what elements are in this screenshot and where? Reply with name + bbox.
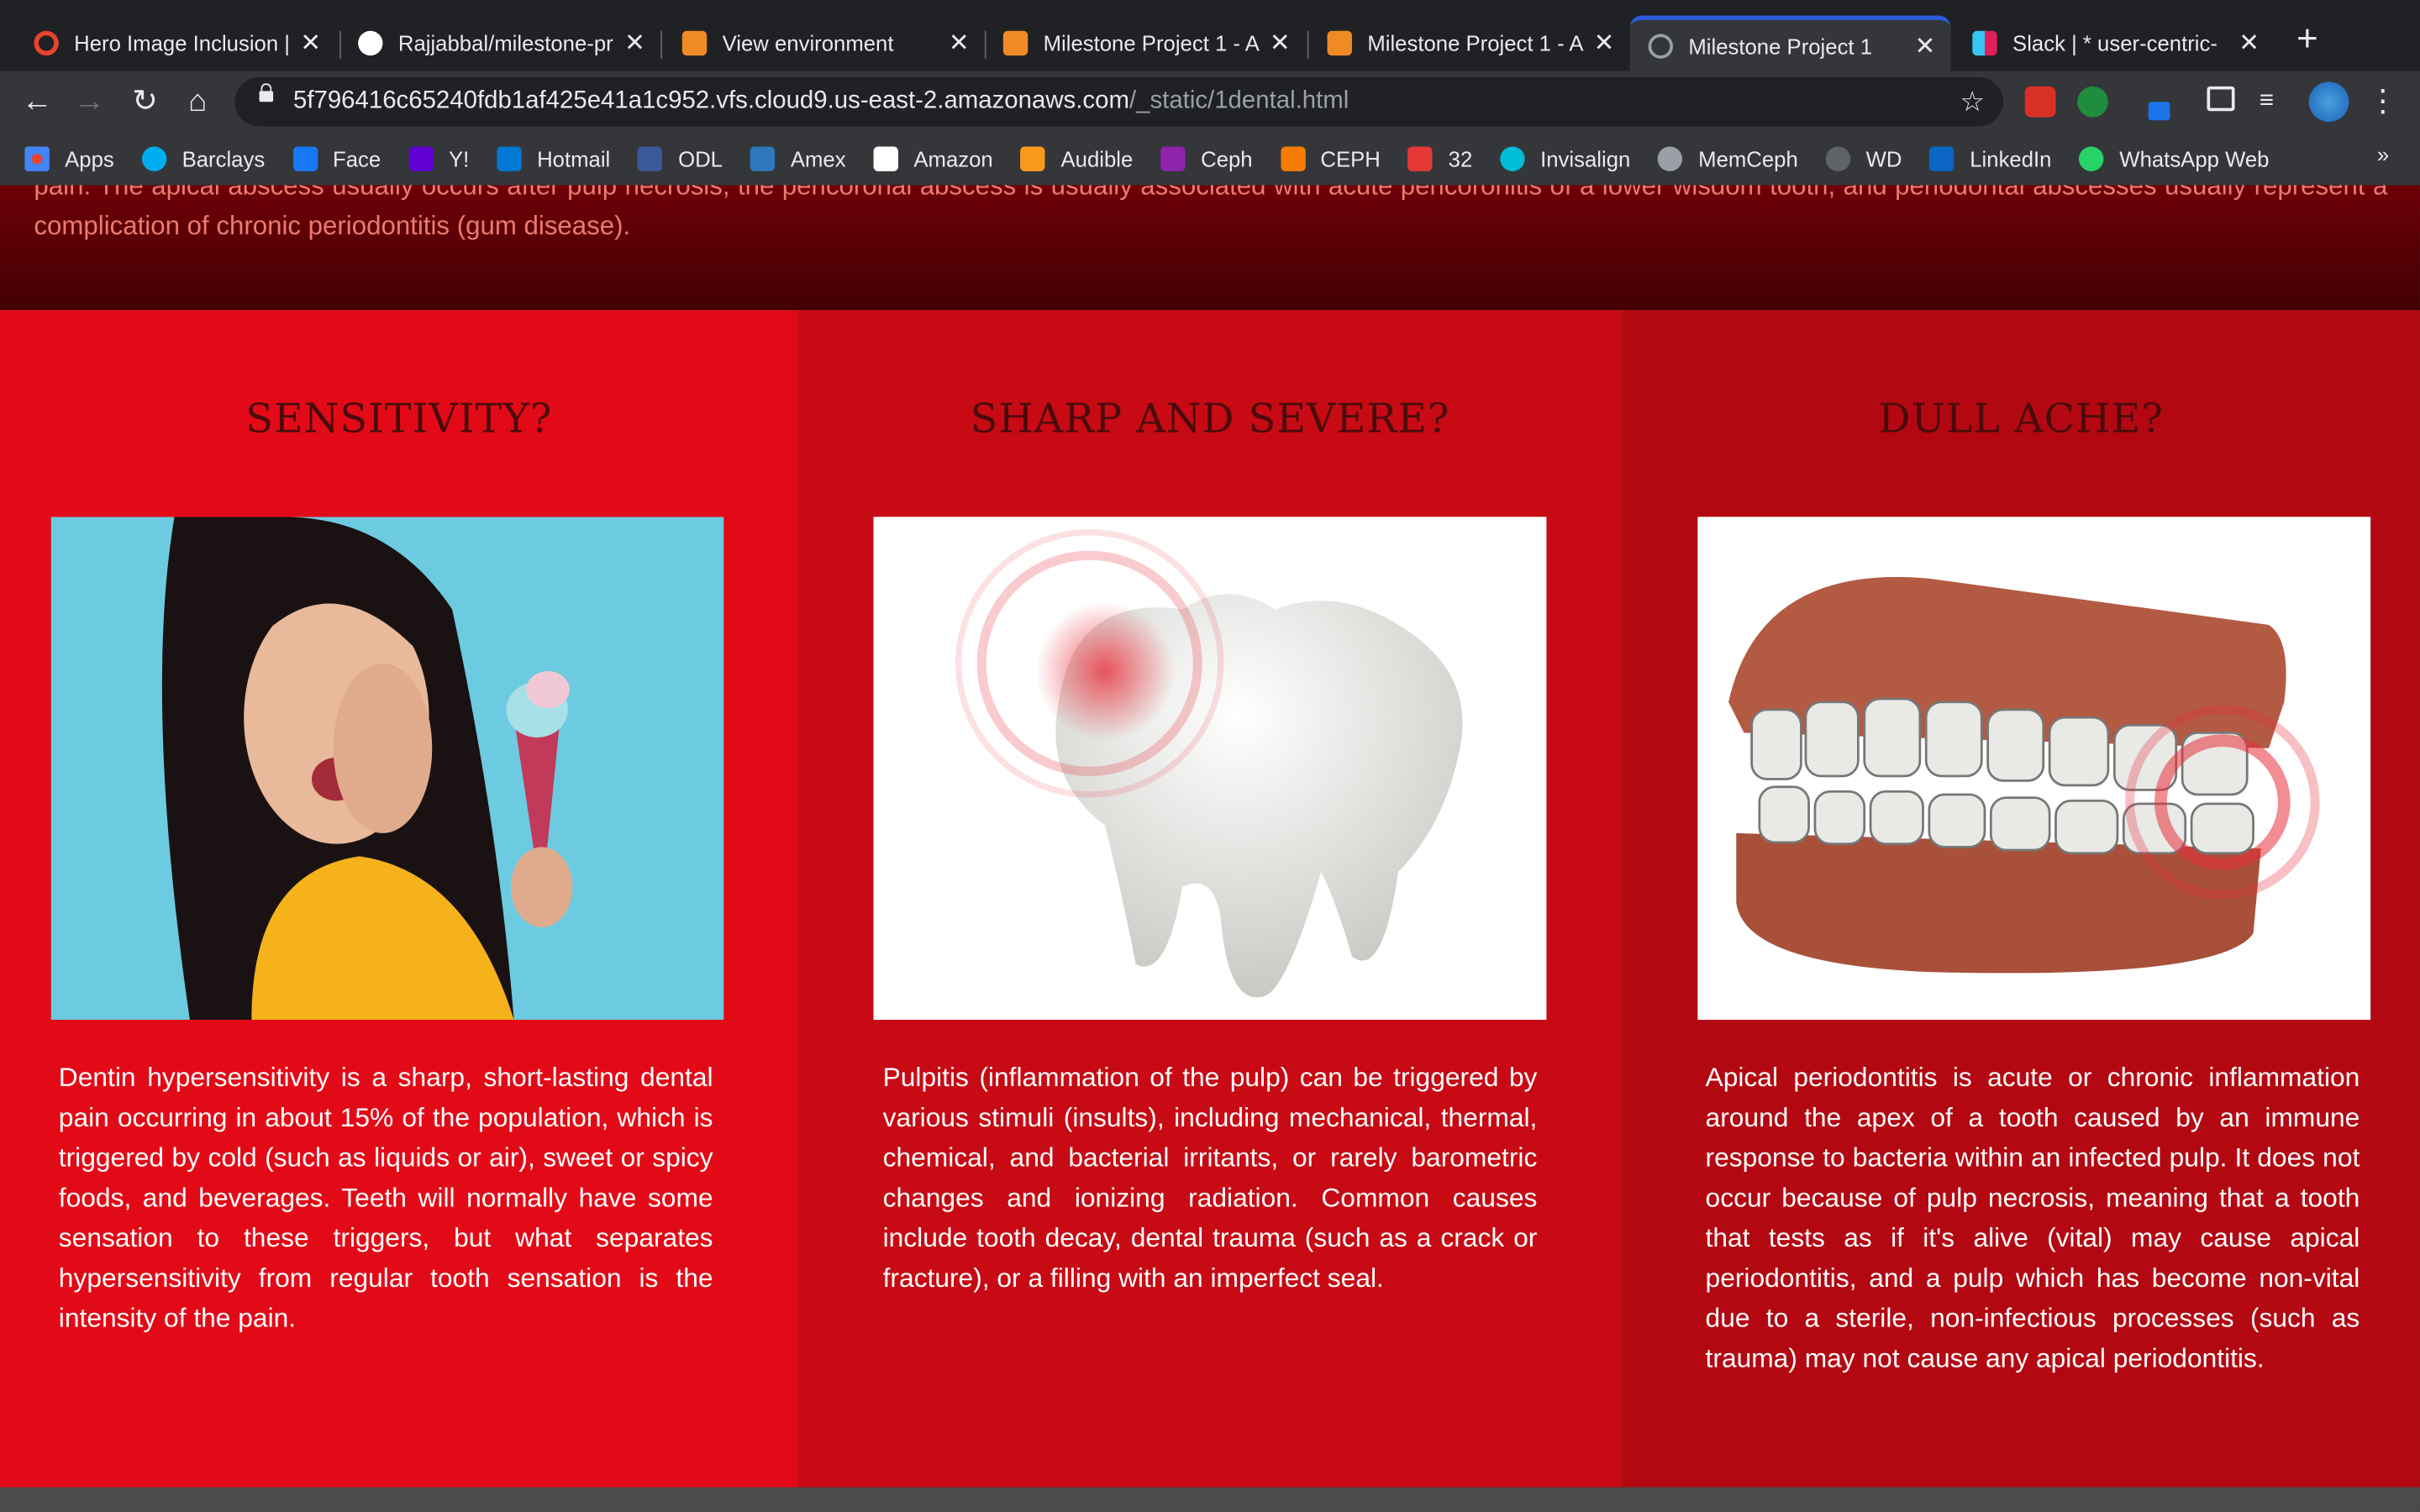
github-icon [358, 30, 383, 56]
image-jaw-model [1697, 517, 2371, 1021]
bookmark-invisalign[interactable]: Invisalign [1500, 146, 1630, 171]
extension-counter-icon[interactable] [2148, 102, 2170, 121]
close-tab-icon[interactable]: ✕ [300, 28, 321, 59]
tab-view-environment[interactable]: View environment ✕ [664, 15, 985, 71]
bookmark-apps[interactable]: Apps [24, 146, 114, 171]
cloud-icon [1825, 146, 1851, 171]
audible-icon [1020, 146, 1046, 171]
extension-check-icon[interactable] [2077, 86, 2108, 118]
mail-icon [638, 146, 663, 171]
linkedin-icon [1929, 146, 1954, 171]
tab-milestone-a-1[interactable]: Milestone Project 1 - A ✕ [985, 15, 1306, 71]
bookmark-barclays[interactable]: Barclays [141, 146, 265, 171]
tab-github[interactable]: Rajjabbal/milestone-pr ✕ [339, 15, 660, 71]
menu-icon[interactable]: ⋮ [2365, 83, 2402, 120]
close-tab-icon[interactable]: ✕ [624, 28, 645, 59]
toolbar: ← → ↻ ⌂ 5f796416c65240fdb1af425e41a1c952… [0, 71, 2420, 133]
text-sharp-severe: Pulpitis (inflammation of the pulp) can … [882, 1061, 1538, 1294]
more-bookmarks-chevron-icon[interactable]: » [2377, 142, 2389, 166]
bookmark-ceph[interactable]: Ceph [1160, 146, 1253, 171]
media-control-icon[interactable]: ≡ [2260, 87, 2291, 118]
bookmark-linkedin[interactable]: LinkedIn [1929, 146, 2051, 171]
woman-eating-ice-cream-illustration [50, 517, 724, 1021]
slack-icon [1972, 30, 1997, 56]
tab-slack[interactable]: Slack | * user-centric- ✕ [1954, 15, 2275, 71]
back-icon[interactable]: ← [18, 83, 55, 120]
lock-icon [259, 83, 274, 102]
address-bar[interactable]: 5f796416c65240fdb1af425e41a1c952.vfs.clo… [234, 76, 2004, 127]
bookmark-32[interactable]: 32 [1407, 146, 1472, 171]
close-tab-icon[interactable]: ✕ [2238, 28, 2260, 59]
bookmark-amex[interactable]: Amex [750, 146, 846, 171]
text-sensitivity: Dentin hypersensitivity is a sharp, shor… [58, 1061, 713, 1333]
facebook-icon [292, 146, 318, 171]
tab-milestone-active[interactable]: Milestone Project 1 ✕ [1629, 15, 1951, 71]
barclays-eagle-icon [141, 146, 167, 171]
url-text[interactable]: 5f796416c65240fdb1af425e41a1c952.vfs.clo… [293, 77, 1349, 127]
close-tab-icon[interactable]: ✕ [1594, 28, 1615, 59]
heading-sensitivity: SENSITIVITY? [245, 396, 553, 444]
bookmarks-bar: Apps Barclays Face Y! Hotmail ODL Amex A… [0, 132, 2420, 186]
home-icon[interactable]: ⌂ [179, 83, 216, 120]
amazon-icon [873, 146, 899, 171]
close-tab-icon[interactable]: ✕ [1270, 28, 1291, 59]
tab-strip: Hero Image Inclusion | ✕ Rajjabbal/milest… [0, 0, 2420, 71]
bookmark-whatsapp[interactable]: WhatsApp Web [2079, 146, 2269, 171]
forward-icon[interactable]: → [71, 83, 108, 120]
jaw-teeth-illustration [1697, 517, 2371, 1021]
bookmark-odl[interactable]: ODL [638, 146, 723, 171]
yahoo-icon [408, 146, 434, 171]
new-tab-button[interactable]: + [2296, 21, 2318, 59]
page-content: pain. The apical abscess usually occurs … [0, 185, 2420, 1512]
ceph-icon [1160, 146, 1186, 171]
globe-icon [1648, 33, 1673, 58]
tab-milestone-a-2[interactable]: Milestone Project 1 - A ✕ [1309, 15, 1630, 71]
bookmark-hotmail[interactable]: Hotmail [497, 146, 610, 171]
bookmark-star-icon[interactable]: ☆ [1960, 77, 1985, 127]
intro-text: pain. The apical abscess usually occurs … [34, 185, 2388, 241]
whatsapp-icon [2079, 146, 2104, 171]
column-dull-ache: DULL ACHE? Apical periodontitis is acute… [1622, 310, 2420, 1488]
cloud9-icon [1327, 30, 1352, 56]
thirtytwo-icon [1407, 146, 1434, 171]
invisalign-star-icon [1500, 146, 1525, 171]
tab-hero-image[interactable]: Hero Image Inclusion | ✕ [15, 15, 336, 71]
bookmark-wd[interactable]: WD [1825, 146, 1902, 171]
bookmark-audible[interactable]: Audible [1020, 146, 1133, 171]
outlook-icon [497, 146, 522, 171]
globe-icon [1658, 146, 1683, 171]
cloud9-icon [681, 30, 708, 56]
apps-grid-icon [24, 146, 50, 171]
column-sensitivity: SENSITIVITY? Dentin hypersensitivity is … [0, 310, 798, 1488]
heading-sharp-severe: SHARP AND SEVERE? [970, 396, 1450, 444]
close-tab-icon[interactable]: ✕ [949, 28, 970, 59]
image-woman-ice-cream [50, 517, 724, 1021]
text-dull-ache: Apical periodontitis is acute or chronic… [1705, 1061, 2360, 1373]
molar-tooth-illustration [873, 517, 1547, 1021]
intro-section: pain. The apical abscess usually occurs … [0, 185, 2420, 311]
bookmark-yahoo[interactable]: Y! [408, 146, 469, 171]
extension-badge-icon[interactable] [2024, 86, 2056, 118]
cloud9-icon [1002, 30, 1028, 56]
bookmark-face[interactable]: Face [292, 146, 381, 171]
opera-icon [34, 30, 59, 56]
ceph-logo-icon [1280, 146, 1306, 171]
profile-avatar[interactable] [2308, 81, 2349, 123]
bookmark-memceph[interactable]: MemCeph [1658, 146, 1798, 171]
bookmark-ceph-upper[interactable]: CEPH [1280, 146, 1381, 171]
footer-strip [0, 1487, 2420, 1512]
bookmark-amazon[interactable]: Amazon [873, 146, 993, 171]
cast-icon[interactable] [2207, 86, 2235, 112]
image-molar-tooth [873, 517, 1547, 1021]
amex-icon [750, 146, 776, 171]
heading-dull-ache: DULL ACHE? [1878, 396, 2164, 444]
column-sharp-severe: SHARP AND SEVERE? Pulpitis (inflammation… [797, 310, 1623, 1488]
reload-icon[interactable]: ↻ [127, 83, 164, 120]
close-tab-icon[interactable]: ✕ [1915, 30, 1936, 61]
